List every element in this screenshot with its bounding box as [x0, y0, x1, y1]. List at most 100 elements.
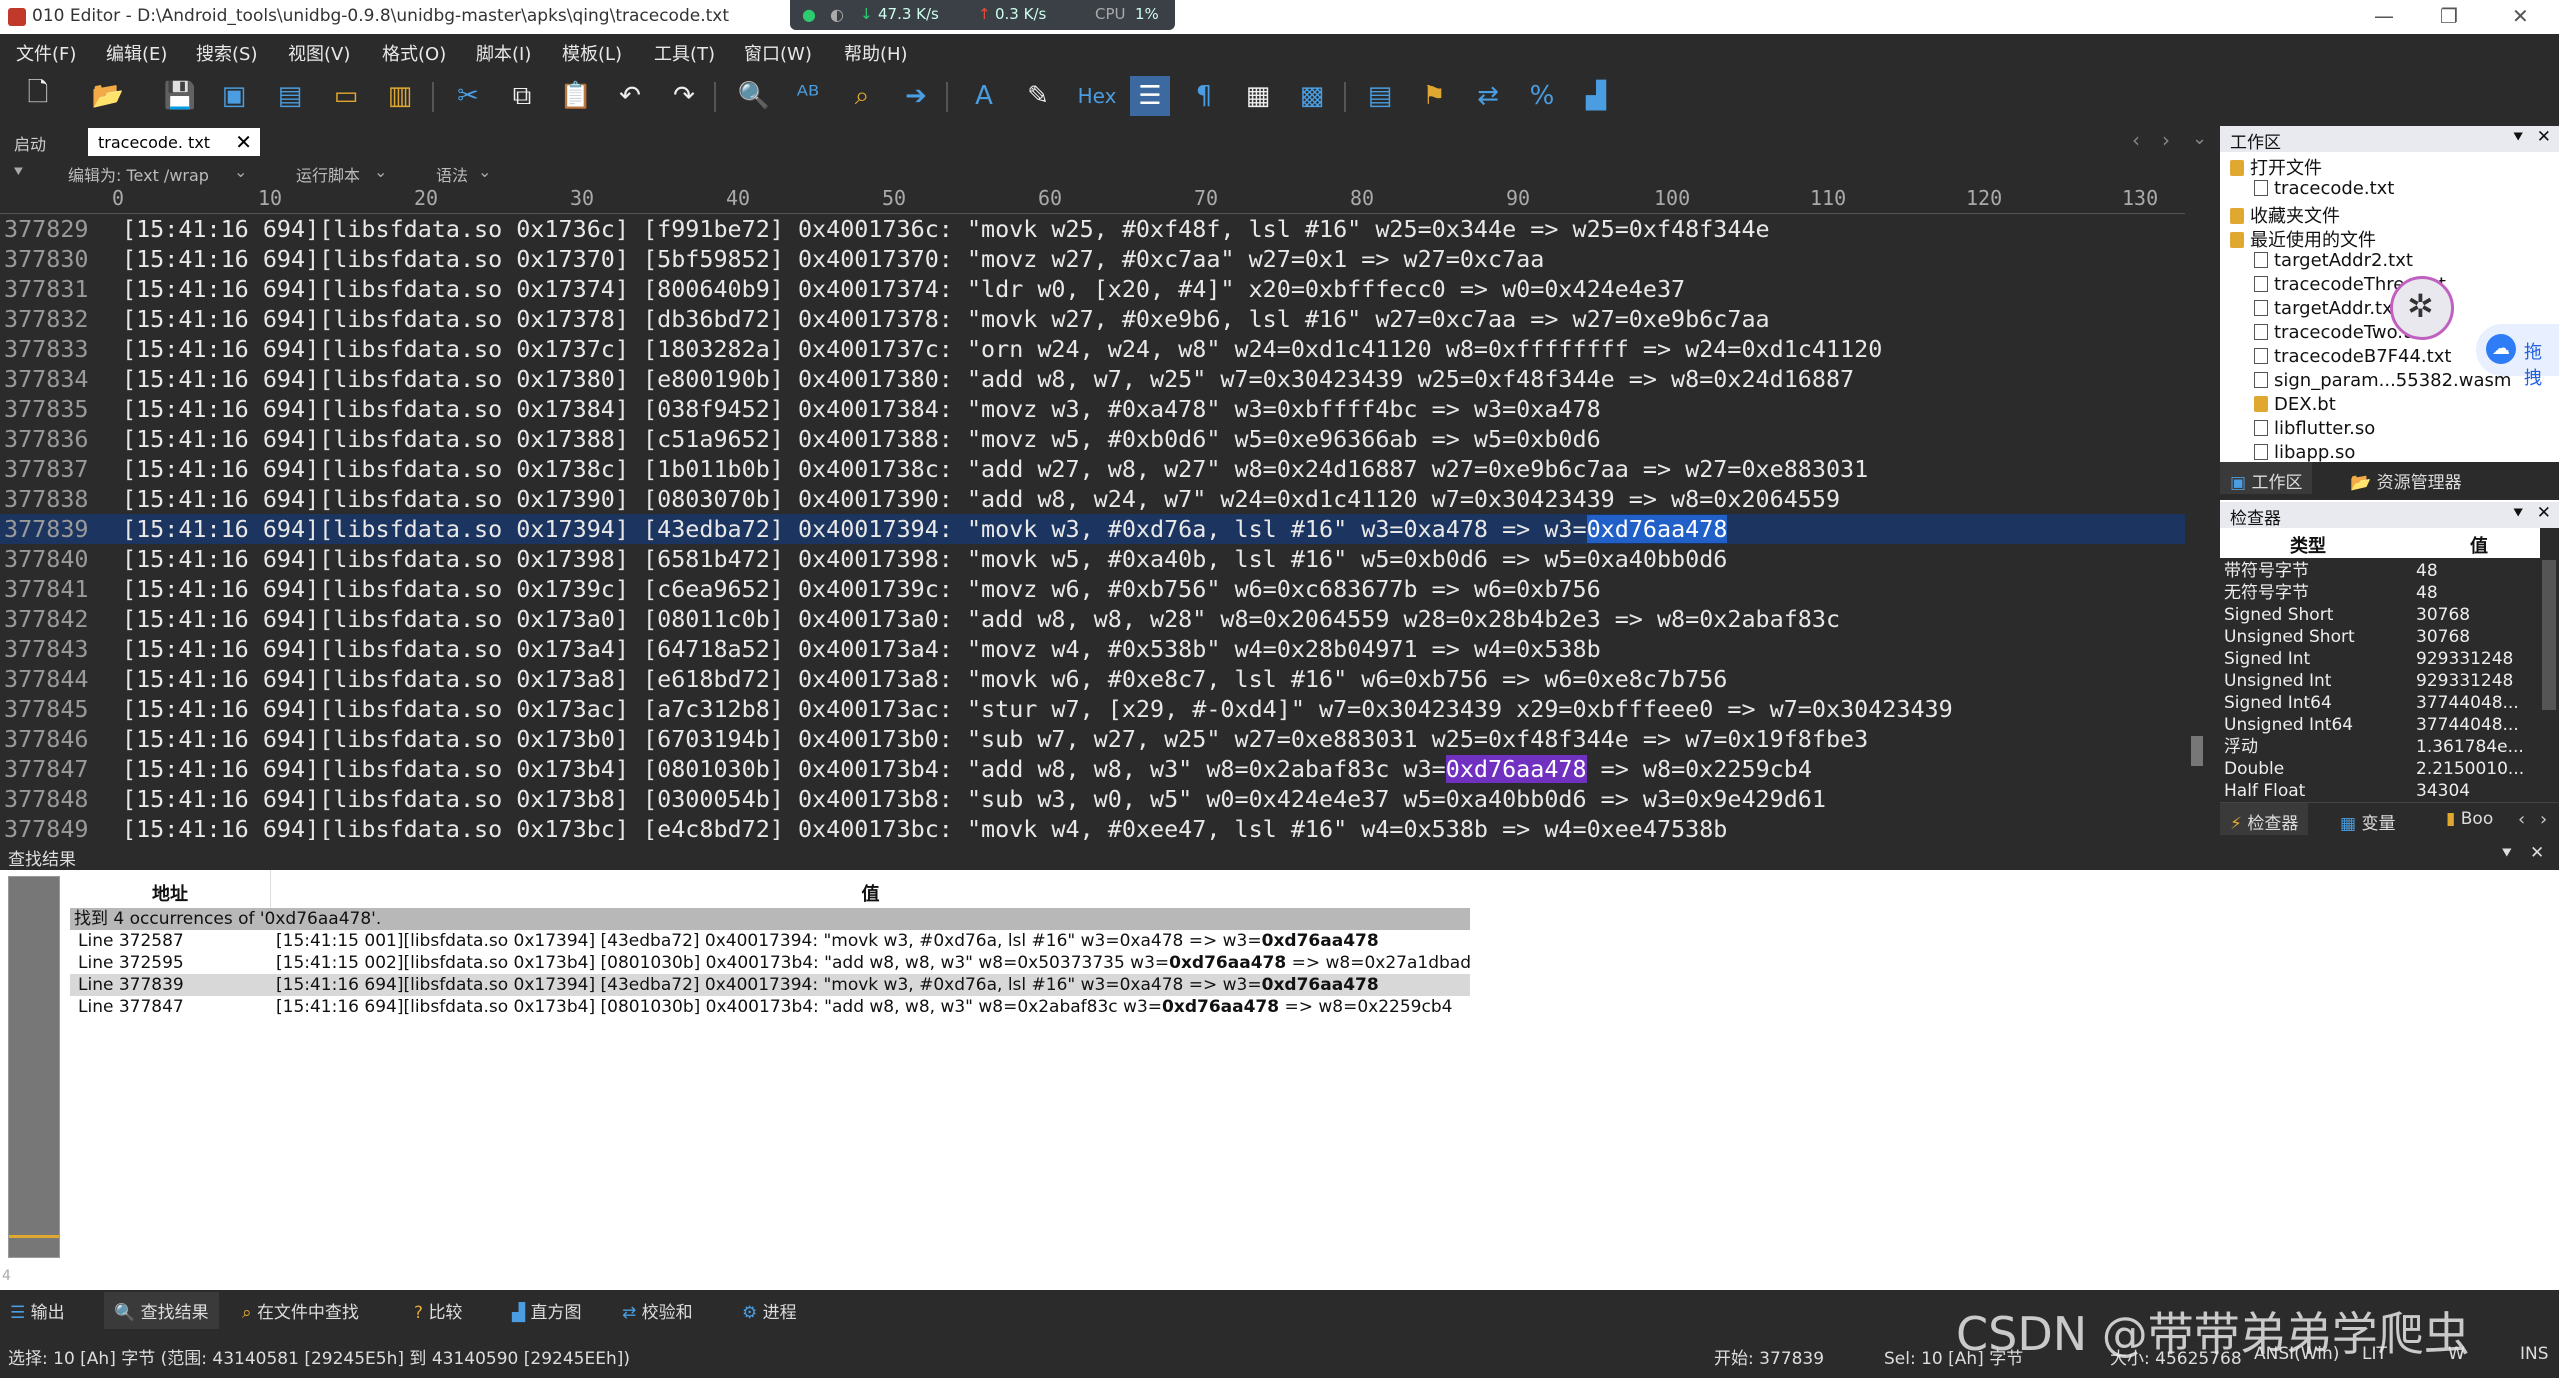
scrollbar-thumb[interactable] [2191, 736, 2203, 766]
editor-line[interactable]: 377849 [15:41:16 694][libsfdata.so 0x173b… [0, 814, 2185, 840]
inspector-row[interactable]: 浮动 1.361784e... [2220, 736, 2540, 758]
save-as-icon[interactable]: ▣ [214, 76, 254, 116]
goto-icon[interactable]: ➔ [896, 76, 936, 116]
panel-close-icon[interactable]: ✕ [2530, 843, 2544, 863]
menu-window[interactable]: 窗口(W) [744, 40, 812, 66]
find-result-row[interactable]: Line 372595 [15:41:15 002][libsfdata.so 0… [70, 952, 1471, 974]
tree-open-files[interactable]: 打开文件 [2230, 154, 2322, 180]
editor-line[interactable]: 377831 [15:41:16 694][libsfdata.so 0x1737… [0, 274, 2185, 304]
menu-search[interactable]: 搜索(S) [196, 40, 257, 66]
tab-find-in-files[interactable]: ⌕ 在文件中查找 [242, 1298, 359, 1323]
tree-item[interactable]: tracecode.txt [2254, 178, 2394, 199]
side-drag-button[interactable]: ☁ 拖拽 [2476, 324, 2559, 389]
inspector-row[interactable]: Half Float 34304 [2220, 780, 2540, 802]
status-ins[interactable]: INS [2520, 1344, 2549, 1364]
find-minimap[interactable] [8, 876, 60, 1258]
tree-item[interactable]: targetAddr2.txt [2254, 250, 2413, 271]
editor-line[interactable]: 377840 [15:41:16 694][libsfdata.so 0x1739… [0, 544, 2185, 574]
tab-scroll-right-icon[interactable]: › [2162, 128, 2170, 152]
editor-line[interactable]: 377844 [15:41:16 694][libsfdata.so 0x173a… [0, 664, 2185, 694]
tab-process[interactable]: ⚙ 进程 [742, 1298, 797, 1323]
tab-variables[interactable]: ▦ 变量 [2330, 803, 2405, 835]
inspector-row[interactable]: Signed Int64 37744048... [2220, 692, 2540, 714]
editor-line[interactable]: 377843 [15:41:16 694][libsfdata.so 0x173a… [0, 634, 2185, 664]
panel-close-icon[interactable]: ✕ [2537, 127, 2551, 147]
inspector-row[interactable]: 带符号字节 48 [2220, 560, 2540, 582]
tree-item[interactable]: libflutter.so [2254, 418, 2375, 439]
panel-close-icon[interactable]: ✕ [2537, 503, 2551, 523]
font-icon[interactable]: A [964, 76, 1004, 116]
editor-line[interactable]: 377833 [15:41:16 694][libsfdata.so 0x1737… [0, 334, 2185, 364]
tab-workspace[interactable]: ▣ 工作区 [2220, 462, 2313, 494]
panel-menu-icon[interactable]: ⯆ [2511, 128, 2525, 148]
workspace-icon[interactable]: ▭ [326, 76, 366, 116]
show-whitespace-icon[interactable]: ¶ [1184, 76, 1224, 116]
editor-line[interactable]: 377839 [15:41:16 694][libsfdata.so 0x1739… [0, 514, 2185, 544]
syntax-dropdown[interactable]: 语法 [436, 162, 468, 186]
tree-item[interactable]: DEX.bt [2254, 394, 2336, 415]
percent-icon[interactable]: % [1522, 76, 1562, 116]
editor-scrollbar[interactable] [2185, 156, 2207, 840]
histogram-icon[interactable]: ▟ [1576, 76, 1616, 116]
save-all-icon[interactable]: ▤ [270, 76, 310, 116]
editor-line[interactable]: 377836 [15:41:16 694][libsfdata.so 0x1738… [0, 424, 2185, 454]
inspector-scrollbar[interactable] [2542, 560, 2556, 710]
hex-mode-button[interactable]: Hex [1072, 76, 1122, 116]
close-tab-icon[interactable]: ✕ [235, 130, 252, 154]
tab-start[interactable]: 启动 [14, 131, 46, 155]
editor-line[interactable]: 377841 [15:41:16 694][libsfdata.so 0x1739… [0, 574, 2185, 604]
tab-list-icon[interactable]: ⌄ [2192, 128, 2207, 149]
editor-line[interactable]: 377837 [15:41:16 694][libsfdata.so 0x1738… [0, 454, 2185, 484]
compare-icon[interactable]: ⇄ [1468, 76, 1508, 116]
columns-icon[interactable]: ▦ [1238, 76, 1278, 116]
menu-template[interactable]: 模板(L) [562, 40, 622, 66]
minimize-button[interactable]: — [2374, 4, 2394, 28]
find-icon[interactable]: 🔍 [734, 76, 774, 116]
inspector-row[interactable]: Signed Short 30768 [2220, 604, 2540, 626]
run-script-dropdown[interactable]: 运行脚本 [296, 162, 360, 186]
edit-as-dropdown[interactable]: 编辑为: Text /wrap [68, 162, 209, 186]
open-folder-icon[interactable]: 📂 [88, 76, 128, 116]
menu-help[interactable]: 帮助(H) [844, 40, 908, 66]
tab-scroll-left-icon[interactable]: ‹ [2132, 128, 2140, 152]
inspector-row[interactable]: Unsigned Short 30768 [2220, 626, 2540, 648]
undo-icon[interactable]: ↶ [610, 76, 650, 116]
editor-line[interactable]: 377829 [15:41:16 694][libsfdata.so 0x1736… [0, 214, 2185, 244]
paste-icon[interactable]: 📋 [556, 76, 596, 116]
tab-compare[interactable]: ? 比较 [414, 1298, 462, 1323]
chevron-down-icon[interactable]: ⌄ [234, 162, 247, 181]
tab-tracecode[interactable]: tracecode. txt ✕ [88, 128, 260, 156]
chevron-down-icon[interactable]: ⌄ [374, 162, 387, 181]
menu-format[interactable]: 格式(O) [382, 40, 446, 66]
editor-line[interactable]: 377842 [15:41:16 694][libsfdata.so 0x173a… [0, 604, 2185, 634]
chevron-down-icon[interactable]: ⌄ [478, 162, 491, 181]
editor-line[interactable]: 377830 [15:41:16 694][libsfdata.so 0x1737… [0, 244, 2185, 274]
menu-tools[interactable]: 工具(T) [654, 40, 715, 66]
menu-view[interactable]: 视图(V) [288, 40, 350, 66]
cut-icon[interactable]: ✂ [448, 76, 488, 116]
editor-line[interactable]: 377848 [15:41:16 694][libsfdata.so 0x173b… [0, 784, 2185, 814]
find-result-row[interactable]: Line 377839 [15:41:16 694][libsfdata.so 0… [70, 974, 1470, 996]
template-icon[interactable]: ⚑ [1414, 76, 1454, 116]
tab-histogram[interactable]: ▟ 直方图 [512, 1298, 581, 1323]
tree-item[interactable]: targetAddr.txt [2254, 298, 2400, 319]
tab-explorer[interactable]: 📂 资源管理器 [2340, 462, 2472, 494]
highlight-icon[interactable]: ✎ [1018, 76, 1058, 116]
find-in-files-icon[interactable]: ⌕ [842, 76, 882, 116]
find-result-row[interactable]: Line 377847 [15:41:16 694][libsfdata.so 0… [70, 996, 1470, 1018]
close-window-button[interactable]: ✕ [2512, 4, 2529, 28]
floating-assistant-button[interactable]: ✲ [2390, 276, 2454, 340]
tab-find-results[interactable]: 🔍 查找结果 [104, 1292, 219, 1329]
redo-icon[interactable]: ↷ [664, 76, 704, 116]
calculator-icon[interactable]: ▤ [1360, 76, 1400, 116]
menu-edit[interactable]: 编辑(E) [106, 40, 167, 66]
replace-icon[interactable]: ᴬᴮ [788, 76, 828, 116]
text-mode-icon[interactable]: ☰ [1130, 76, 1170, 116]
binary-icon[interactable]: ▩ [1292, 76, 1332, 116]
copy-icon[interactable]: ⧉ [502, 76, 542, 116]
tree-item[interactable]: tracecodeB7F44.txt [2254, 346, 2451, 367]
tab-prev-icon[interactable]: ‹ [2518, 809, 2525, 830]
editor-line[interactable]: 377845 [15:41:16 694][libsfdata.so 0x173a… [0, 694, 2185, 724]
maximize-button[interactable]: ❐ [2440, 4, 2458, 28]
menu-file[interactable]: 文件(F) [16, 40, 76, 66]
